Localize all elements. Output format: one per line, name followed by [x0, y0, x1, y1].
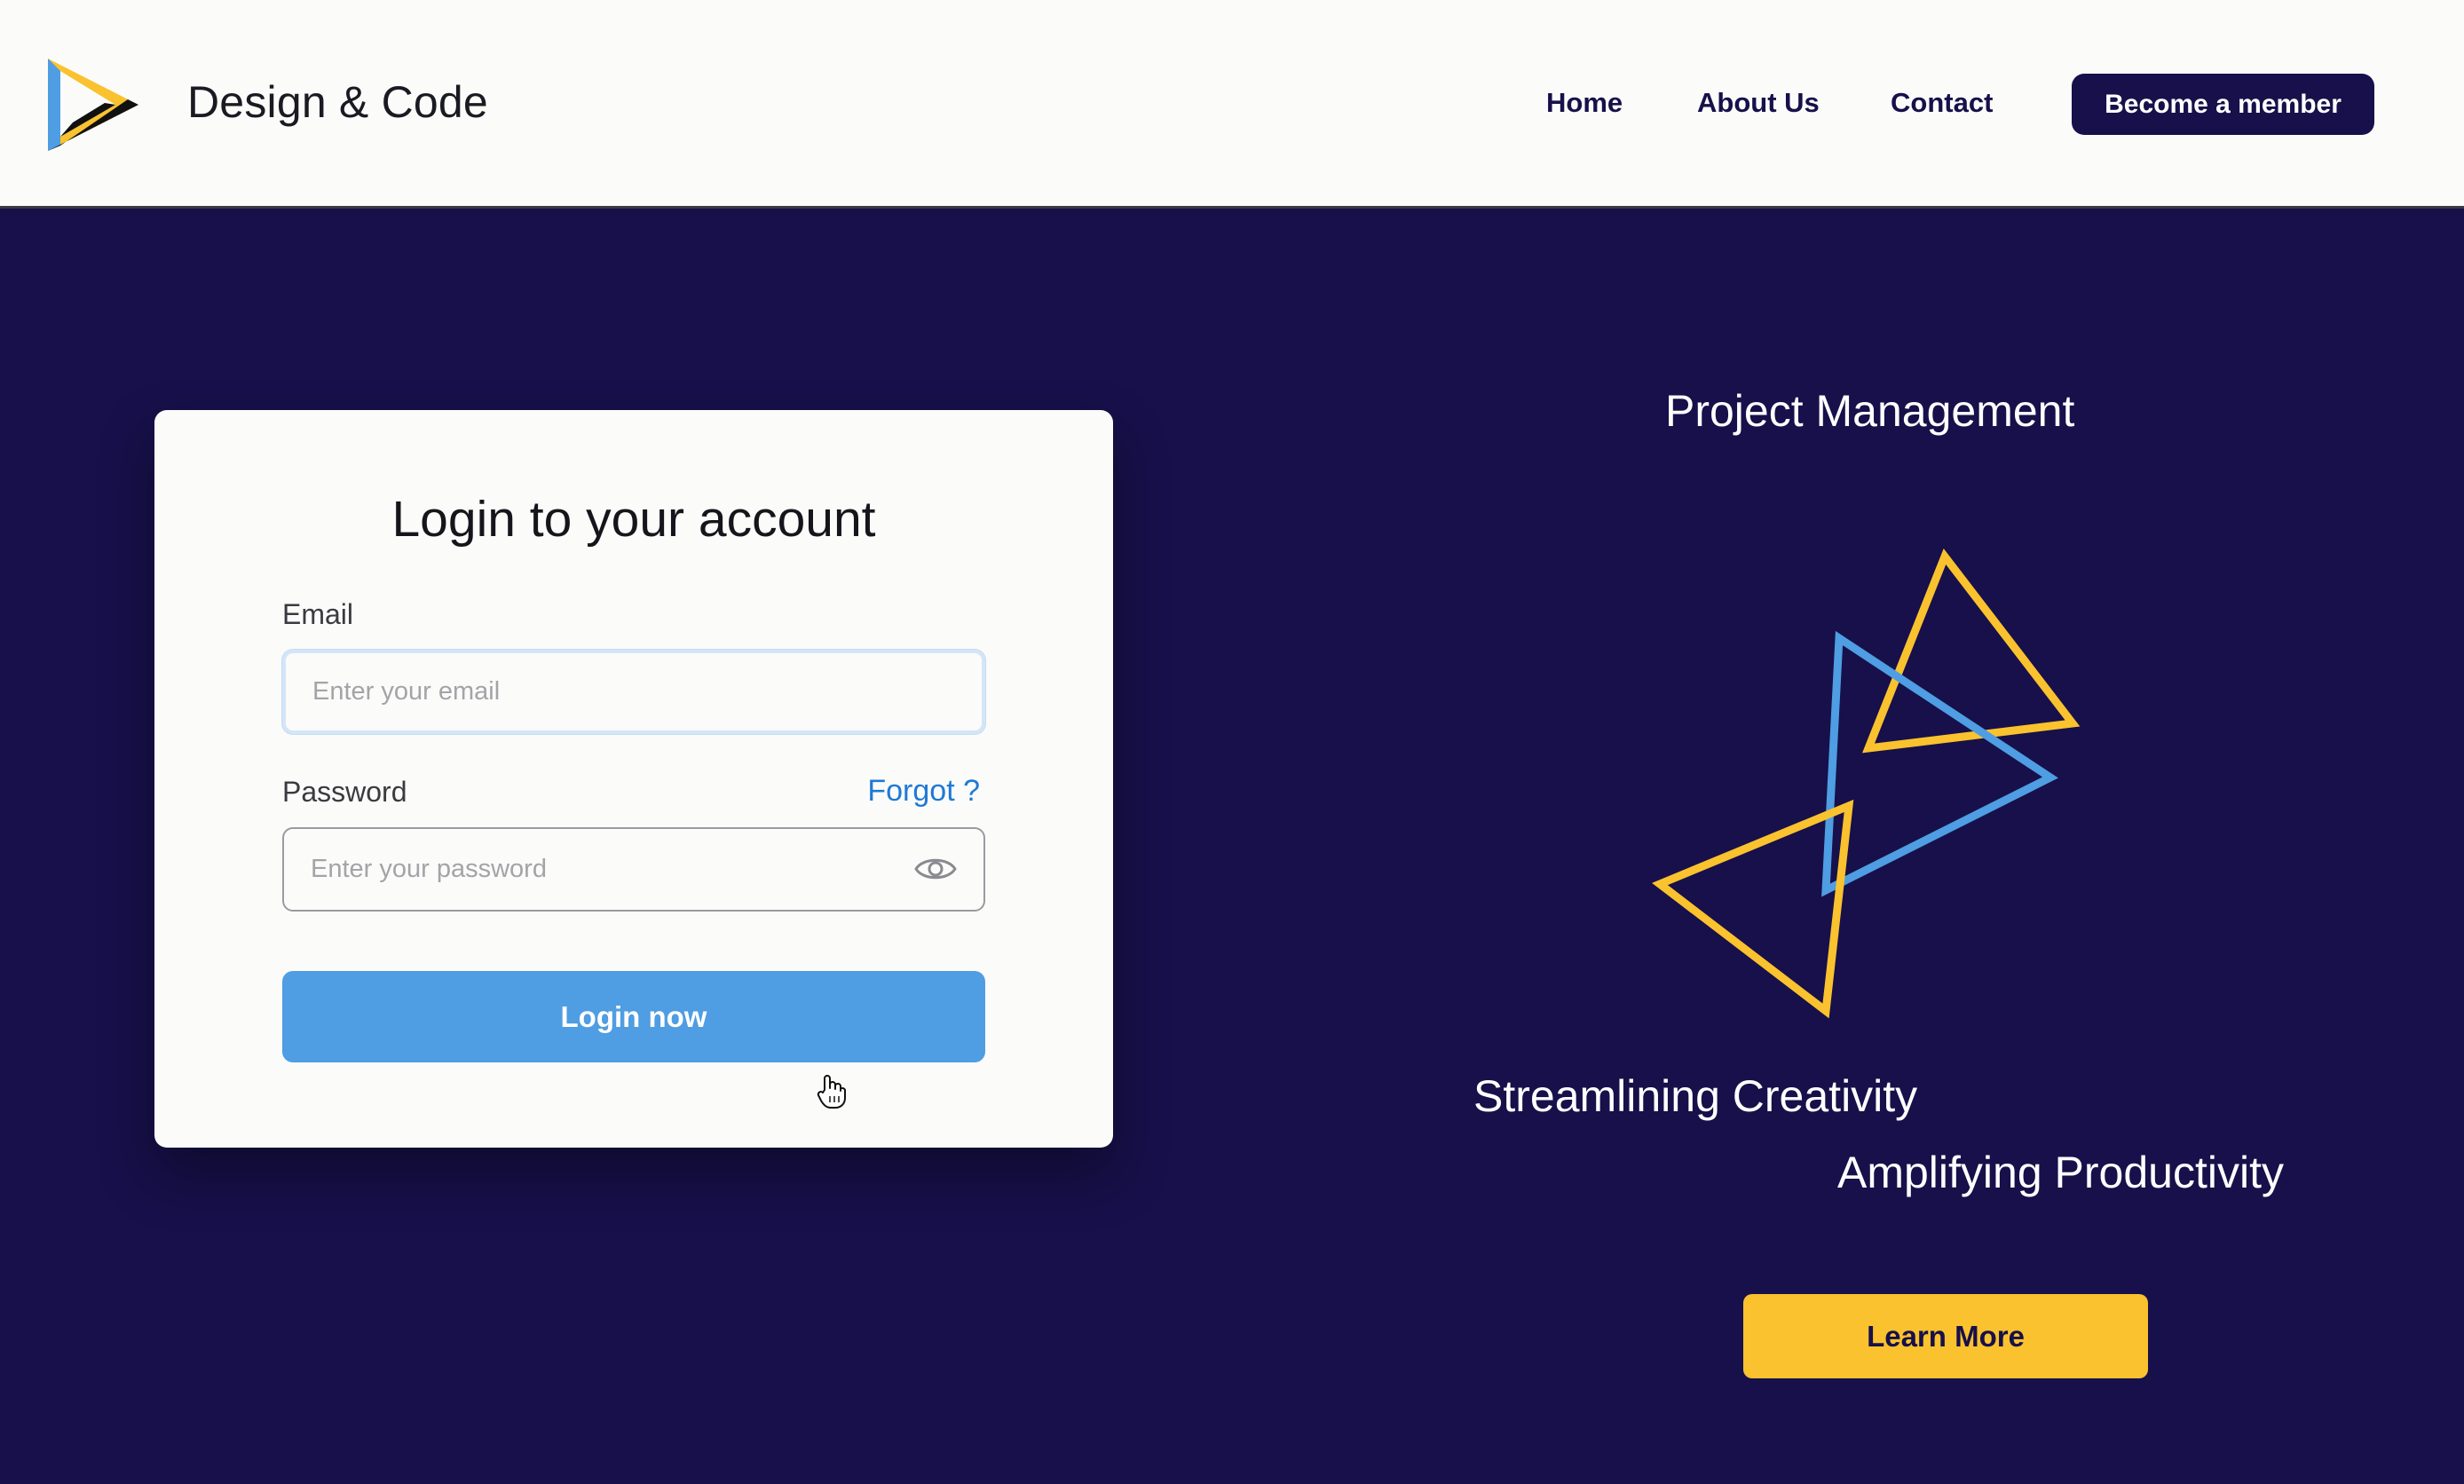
forgot-password-link[interactable]: Forgot ? — [867, 774, 980, 809]
password-label: Password — [282, 776, 407, 808]
nav-about-link[interactable]: About Us — [1697, 87, 1820, 119]
email-input[interactable] — [282, 650, 985, 734]
tagline-streamlining: Streamlining Creativity — [1473, 1071, 1918, 1121]
brand-name[interactable]: Design & Code — [187, 76, 488, 128]
hand-pointer-cursor-icon — [817, 1075, 846, 1109]
login-title: Login to your account — [391, 491, 876, 548]
nav-home-link[interactable]: Home — [1546, 87, 1623, 119]
become-member-button[interactable]: Become a member — [2072, 74, 2374, 135]
triangles-illustration — [1652, 548, 2081, 1019]
triangle-logo-icon[interactable] — [43, 57, 142, 153]
nav-contact-link[interactable]: Contact — [1891, 87, 1993, 119]
password-input[interactable] — [282, 827, 985, 912]
email-label: Email — [282, 598, 354, 630]
tagline-amplifying: Amplifying Productivity — [1837, 1148, 2284, 1197]
login-card: Login to your account Email Password For… — [154, 410, 1113, 1148]
login-button[interactable]: Login now — [282, 971, 985, 1062]
learn-more-button[interactable]: Learn More — [1743, 1294, 2148, 1378]
eye-icon[interactable] — [914, 853, 957, 885]
site-header: Design & Code Home About Us Contact Beco… — [0, 0, 2464, 209]
promo-title: Project Management — [1665, 386, 2075, 436]
